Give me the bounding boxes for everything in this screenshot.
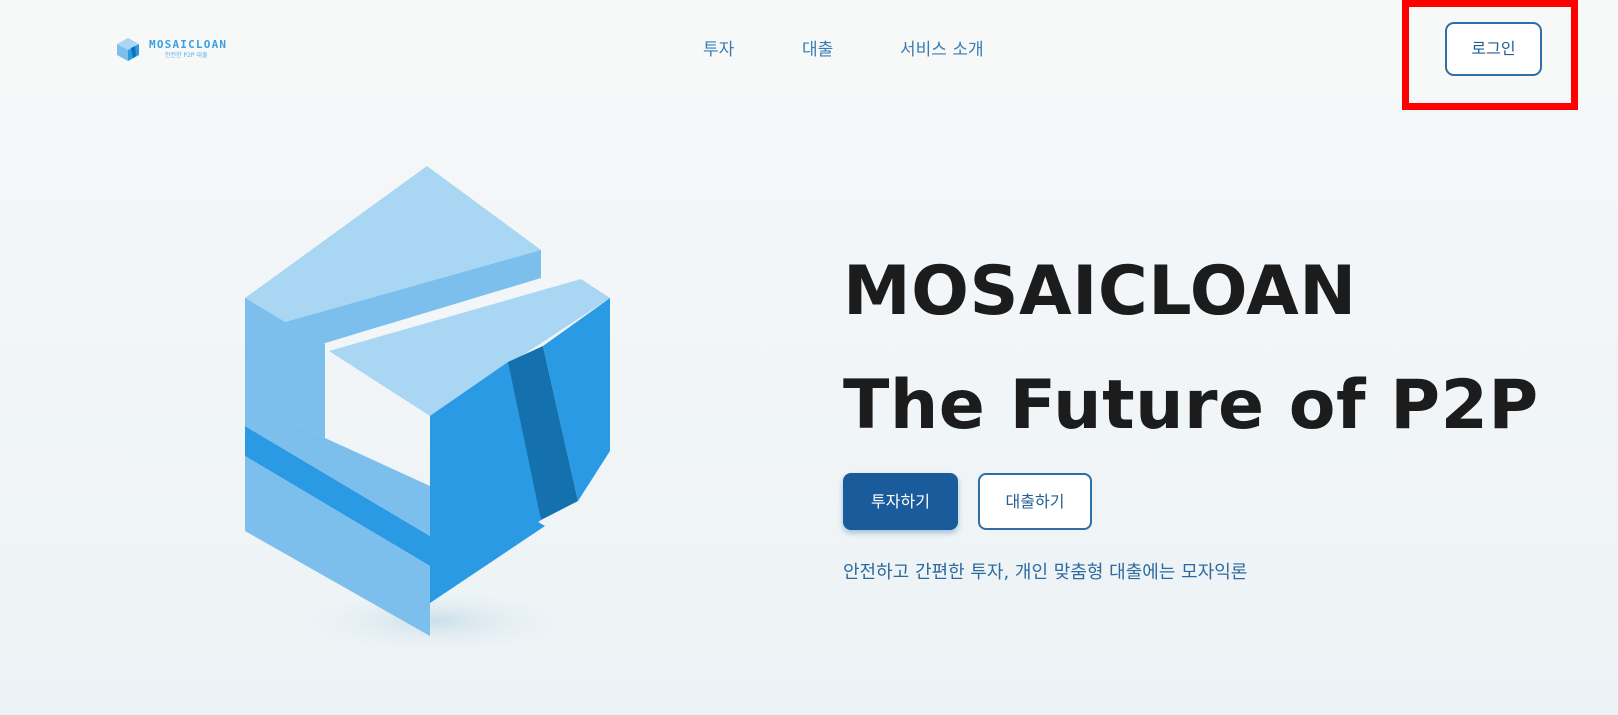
hero-title-line-2: The Future of P2P bbox=[843, 366, 1539, 445]
logo-icon bbox=[117, 38, 139, 61]
loan-button[interactable]: 대출하기 bbox=[978, 473, 1092, 530]
site-header: MOSAICLOAN 안전한 P2P 대출 투자 대출 서비스 소개 로그인 bbox=[0, 0, 1618, 97]
site-logo[interactable]: MOSAICLOAN 안전한 P2P 대출 bbox=[113, 34, 227, 64]
hero-title-line-1: MOSAICLOAN bbox=[843, 252, 1357, 331]
nav-item-loan[interactable]: 대출 bbox=[802, 35, 833, 65]
hero-cube-illustration bbox=[245, 166, 610, 653]
nav-item-invest[interactable]: 투자 bbox=[703, 35, 734, 65]
logo-tagline: 안전한 P2P 대출 bbox=[165, 52, 208, 59]
nav-item-service-intro[interactable]: 서비스 소개 bbox=[900, 35, 984, 65]
invest-button[interactable]: 투자하기 bbox=[843, 473, 958, 530]
highlight-box bbox=[1402, 0, 1578, 110]
logo-name: MOSAICLOAN bbox=[149, 38, 228, 51]
logo-text: MOSAICLOAN 안전한 P2P 대출 bbox=[149, 38, 227, 60]
hero-subtitle: 안전하고 간편한 투자, 개인 맞춤형 대출에는 모자익론 bbox=[843, 562, 1248, 583]
hero-title: MOSAICLOAN The Future of P2P bbox=[843, 235, 1539, 463]
landing-page: MOSAICLOAN 안전한 P2P 대출 투자 대출 서비스 소개 로그인 M… bbox=[0, 0, 1618, 715]
